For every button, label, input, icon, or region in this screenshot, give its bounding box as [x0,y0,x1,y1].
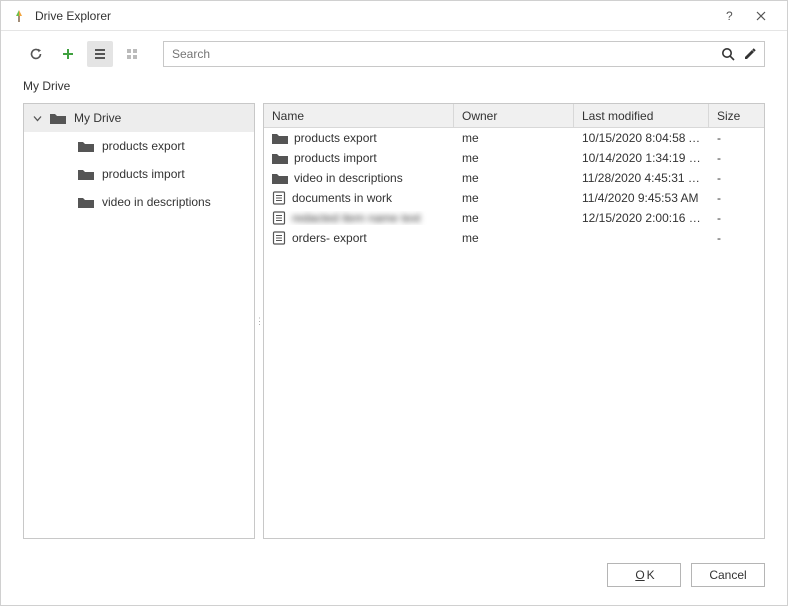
tree-item-label: products export [102,139,185,153]
table-row[interactable]: products export me10/15/2020 8:04:58 AM- [264,128,764,148]
main-area: My Drive products export products import [1,103,787,551]
svg-text:?: ? [726,10,733,22]
row-modified: 10/14/2020 1:34:19 PM [574,151,709,165]
folder-icon [78,196,94,209]
list-view-button[interactable] [87,41,113,67]
row-owner: me [454,231,574,245]
folder-icon [272,132,288,145]
document-icon [272,231,286,245]
chevron-down-icon[interactable] [32,114,42,123]
file-list: Name Owner Last modified Size products e… [263,103,765,539]
folder-icon [50,112,66,125]
row-name: video in descriptions [294,171,403,185]
search-field-wrapper [163,41,765,67]
ok-suffix: K [647,568,655,582]
row-owner: me [454,191,574,205]
row-modified: 12/15/2020 2:00:16 PM [574,211,709,225]
cancel-button[interactable]: Cancel [691,563,765,587]
col-owner[interactable]: Owner [454,104,574,127]
breadcrumb: My Drive [1,75,787,103]
col-size[interactable]: Size [709,104,759,127]
row-name: products export [294,131,377,145]
tree-child-item[interactable]: products import [52,160,254,188]
table-row[interactable]: video in descriptions me11/28/2020 4:45:3… [264,168,764,188]
row-size: - [709,151,759,165]
tree-item-label: My Drive [74,111,121,125]
search-icon[interactable] [720,46,736,62]
ok-mnemonic: O [635,568,644,582]
dialog-footer: OK Cancel [1,551,787,605]
table-row[interactable]: orders- export me - [264,228,764,248]
edit-search-icon[interactable] [742,46,758,62]
search-input[interactable] [170,46,714,62]
row-size: - [709,171,759,185]
list-header: Name Owner Last modified Size [264,104,764,128]
toolbar [1,31,787,75]
grid-view-button[interactable] [119,41,145,67]
row-modified: 11/4/2020 9:45:53 AM [574,191,709,205]
row-name: orders- export [292,231,367,245]
titlebar: Drive Explorer ? [1,1,787,31]
tree-item-label: video in descriptions [102,195,211,209]
folder-icon [272,152,288,165]
row-owner: me [454,171,574,185]
refresh-button[interactable] [23,41,49,67]
window-title: Drive Explorer [35,9,713,23]
folder-tree: My Drive products export products import [23,103,255,539]
add-button[interactable] [55,41,81,67]
tree-child-item[interactable]: products export [52,132,254,160]
close-button[interactable] [745,4,777,28]
row-name: redacted item name text [292,211,421,225]
row-size: - [709,191,759,205]
document-icon [272,191,286,205]
col-name[interactable]: Name [264,104,454,127]
tree-child-item[interactable]: video in descriptions [52,188,254,216]
row-owner: me [454,131,574,145]
tree-item-label: products import [102,167,185,181]
folder-icon [78,140,94,153]
table-row[interactable]: products import me10/14/2020 1:34:19 PM- [264,148,764,168]
folder-icon [272,172,288,185]
table-row[interactable]: redacted item name text me12/15/2020 2:00… [264,208,764,228]
row-name: products import [294,151,377,165]
list-body: products exportme10/15/2020 8:04:58 AM-p… [264,128,764,248]
row-owner: me [454,151,574,165]
splitter-handle[interactable]: ⋮ [255,103,263,539]
row-size: - [709,231,759,245]
ok-button[interactable]: OK [607,563,681,587]
row-name: documents in work [292,191,392,205]
app-icon [11,8,27,24]
row-size: - [709,131,759,145]
help-button[interactable]: ? [713,4,745,28]
row-modified: 11/28/2020 4:45:31 PM [574,171,709,185]
col-modified[interactable]: Last modified [574,104,709,127]
row-modified: 10/15/2020 8:04:58 AM [574,131,709,145]
folder-icon [78,168,94,181]
table-row[interactable]: documents in work me11/4/2020 9:45:53 AM- [264,188,764,208]
document-icon [272,211,286,225]
row-owner: me [454,211,574,225]
row-size: - [709,211,759,225]
tree-children: products export products import video in… [24,132,254,216]
tree-root-item[interactable]: My Drive [24,104,254,132]
